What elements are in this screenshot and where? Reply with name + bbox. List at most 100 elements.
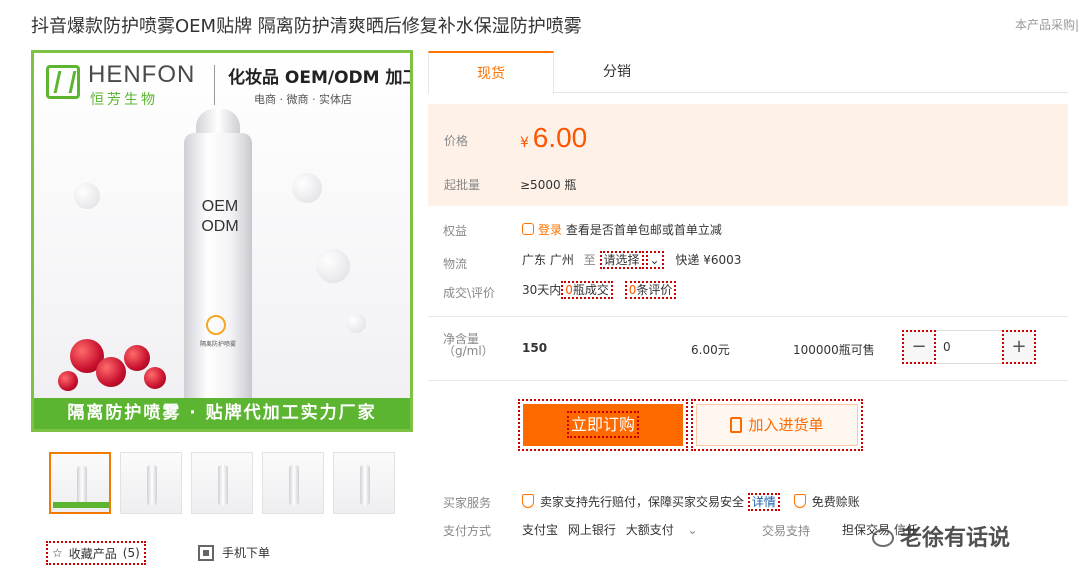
- star-icon: ☆: [52, 546, 63, 560]
- free-credit-text: 免费赊账: [811, 495, 860, 509]
- favorite-count: (5): [122, 546, 140, 560]
- pomegranate-decoration: [58, 371, 78, 391]
- watermark-text: 老徐有话说: [900, 526, 1011, 551]
- thumbnail[interactable]: [191, 452, 253, 514]
- quantity-minus-button[interactable]: −: [902, 330, 936, 364]
- main-product-image[interactable]: HENFON 恒芳生物 化妆品 OEM/ODM 加工 电商 · 微商 · 实体店…: [31, 50, 413, 432]
- chevron-down-icon[interactable]: ⌄: [645, 251, 664, 269]
- product-title: 抖音爆款防护喷雾OEM贴牌 隔离防护清爽晒后修复补水保湿防护喷雾: [31, 16, 582, 37]
- procurement-link[interactable]: 本产品采购|: [1015, 16, 1079, 33]
- order-button-wrap: 立即订购: [518, 399, 688, 451]
- thumbnail[interactable]: [262, 452, 324, 514]
- cream-ball-decoration: [316, 249, 350, 283]
- logistics-row: 广东 广州 至 请选择 ⌄ 快递 ¥6003: [522, 251, 742, 269]
- tab-spot[interactable]: 现货: [428, 51, 554, 94]
- deals-row: 30天内 0瓶成交 0条评价: [522, 281, 677, 299]
- payment-row: 支付宝 网上银行 大额支付 ⌄: [522, 521, 698, 538]
- cream-ball-decoration: [74, 183, 100, 209]
- brand-subname: 恒芳生物: [90, 92, 158, 108]
- qr-code-icon: [198, 544, 214, 561]
- sold-count[interactable]: 0瓶成交: [561, 281, 613, 299]
- pomegranate-decoration: [124, 345, 150, 371]
- login-link[interactable]: 登录: [538, 223, 562, 237]
- tab-distribution[interactable]: 分销: [554, 51, 680, 93]
- logistics-origin: 广东 广州: [522, 253, 574, 267]
- payment-large: 大额支付: [625, 523, 674, 537]
- sun-icon: [206, 315, 226, 335]
- spec-value: 150: [522, 341, 548, 355]
- cart-button-wrap: 加入进货单: [691, 399, 863, 451]
- spray-bottle: [184, 133, 252, 403]
- logistics-label: 物流: [443, 257, 468, 271]
- favorite-product-button[interactable]: ☆ 收藏产品 (5): [46, 541, 146, 565]
- credit-icon: [793, 494, 806, 508]
- cream-ball-decoration: [292, 173, 322, 203]
- payment-alipay: 支付宝: [522, 523, 559, 537]
- thumbnail[interactable]: [49, 452, 111, 514]
- bottle-text: OEM ODM: [192, 197, 248, 237]
- shield-icon: [522, 494, 534, 508]
- bottle-text-oem: OEM: [201, 198, 239, 215]
- logistics-express: 快递 ¥6003: [675, 253, 742, 267]
- brand-name: HENFON: [88, 61, 196, 88]
- hand-icon: [522, 223, 534, 235]
- thumbnail[interactable]: [333, 452, 395, 514]
- order-now-button[interactable]: 立即订购: [523, 404, 683, 446]
- deals-label: 成交\评价: [443, 286, 496, 300]
- rights-row: 登录 查看是否首单包邮或首单立减: [522, 221, 722, 238]
- price-value: ¥ 6.00: [520, 122, 587, 154]
- review-count[interactable]: 0条评价: [624, 281, 677, 299]
- clipboard-icon: [730, 417, 743, 433]
- quantity-input[interactable]: 0: [939, 331, 999, 363]
- trade-support-label: 交易支持: [762, 524, 811, 538]
- payment-bank: 网上银行: [567, 523, 616, 537]
- watermark: 老徐有话说: [872, 520, 1010, 552]
- brand-service-title: 化妆品 OEM/ODM 加工: [228, 68, 413, 88]
- henfon-logo-icon: [46, 65, 80, 99]
- purchase-tabs: 现货 分销: [428, 51, 1068, 94]
- detail-link[interactable]: 详情: [747, 493, 780, 511]
- brand-divider: [214, 65, 215, 105]
- buyer-service-text: 卖家支持先行赔付，保障买家交易安全: [540, 495, 745, 509]
- quantity-stepper: − 0 +: [902, 330, 1036, 364]
- moq-label: 起批量: [444, 178, 481, 192]
- logistics-to: 至: [583, 253, 596, 267]
- sold-unit: 瓶成交: [572, 283, 609, 297]
- chevron-down-icon[interactable]: ⌄: [688, 523, 698, 537]
- moq-value: ≥5000 瓶: [520, 178, 577, 192]
- price-box: 价格 ¥ 6.00 起批量 ≥5000 瓶: [428, 104, 1068, 206]
- rights-label: 权益: [443, 224, 468, 238]
- rights-text: 查看是否首单包邮或首单立减: [565, 223, 722, 237]
- wechat-icon: [872, 529, 894, 547]
- price-number: 6.00: [532, 122, 588, 153]
- buyer-service-label: 买家服务: [443, 496, 492, 510]
- pomegranate-decoration: [144, 367, 166, 389]
- spec-divider-bottom: [428, 380, 1068, 381]
- spec-divider-top: [428, 316, 1068, 317]
- payment-label: 支付方式: [443, 524, 492, 538]
- price-currency: ¥: [520, 135, 529, 151]
- mobile-order-button[interactable]: 手机下单: [198, 544, 270, 561]
- favorite-label: 收藏产品: [68, 546, 117, 561]
- add-to-cart-button[interactable]: 加入进货单: [696, 404, 858, 446]
- review-unit: 条评价: [636, 283, 673, 297]
- spec-stock: 100000瓶可售: [793, 343, 875, 357]
- spec-price: 6.00元: [691, 343, 730, 357]
- bottle-label: 隔离防护喷雾: [199, 341, 236, 348]
- buyer-service-row: 卖家支持先行赔付，保障买家交易安全 详情 免费赊账: [522, 493, 860, 511]
- sold-count-number: 0: [565, 283, 573, 297]
- mobile-order-label: 手机下单: [222, 546, 271, 560]
- quantity-plus-button[interactable]: +: [1002, 330, 1036, 364]
- pomegranate-decoration: [96, 357, 126, 387]
- deals-days: 30天内: [522, 283, 562, 297]
- destination-select[interactable]: 请选择: [599, 251, 644, 269]
- thumbnail[interactable]: [120, 452, 182, 514]
- spec-unit: （g/ml）: [443, 344, 494, 358]
- brand-header: HENFON 恒芳生物 化妆品 OEM/ODM 加工 电商 · 微商 · 实体店: [42, 59, 410, 115]
- cream-ball-decoration: [346, 313, 366, 333]
- order-now-label: 立即订购: [566, 411, 639, 438]
- price-label: 价格: [444, 134, 469, 148]
- bottle-text-odm: ODM: [201, 218, 239, 235]
- image-banner: 隔离防护喷雾 · 贴牌代加工实力厂家: [34, 398, 410, 429]
- add-to-cart-label: 加入进货单: [748, 416, 824, 434]
